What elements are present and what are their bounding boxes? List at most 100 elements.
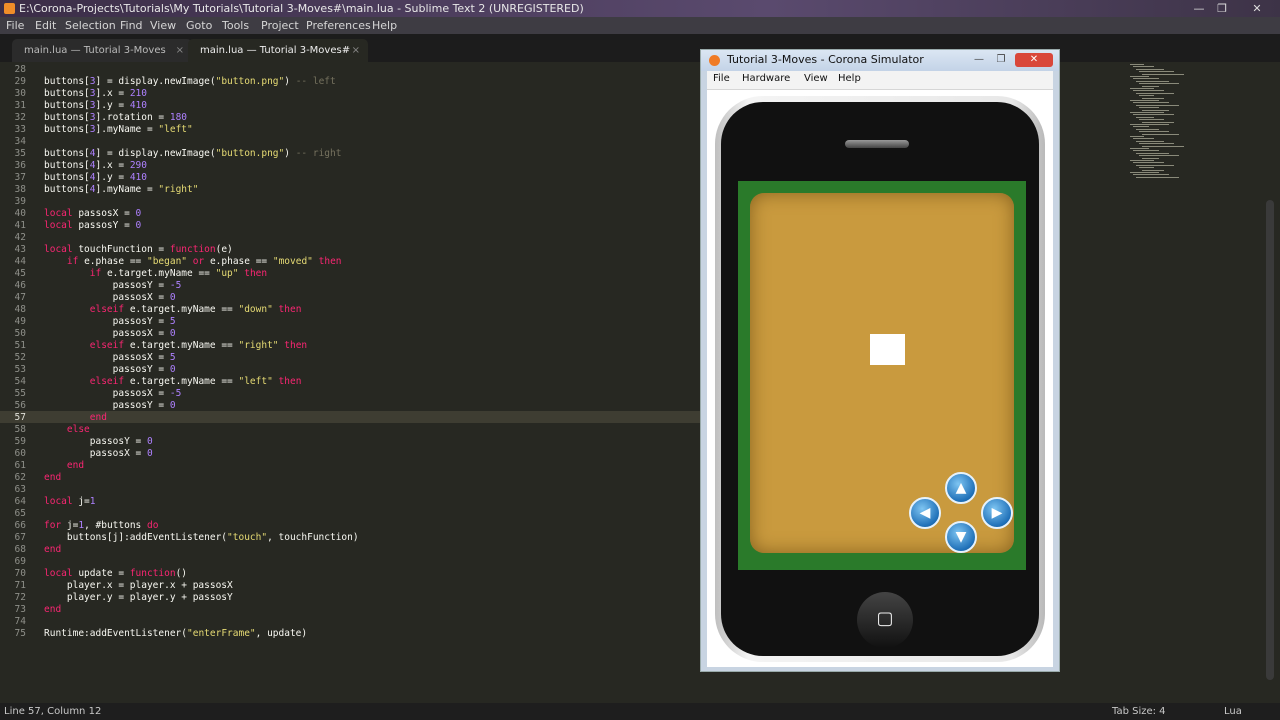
left-arrow-button[interactable]: ◀	[909, 497, 941, 529]
sublime-app-icon	[4, 3, 15, 14]
line-number: 47	[14, 292, 26, 303]
title-bar: E:\Corona-Projects\Tutorials\My Tutorial…	[0, 0, 1280, 17]
sim-menu-view[interactable]: View	[804, 73, 828, 84]
code-line: elseif e.target.myName == "down" then	[89, 304, 302, 315]
minimap-line	[1139, 131, 1169, 133]
code-line: buttons[3] = display.newImage("button.pn…	[44, 76, 336, 87]
line-number: 61	[14, 460, 26, 471]
menu-find[interactable]: Find	[120, 17, 143, 34]
tab-close-icon[interactable]: ×	[352, 39, 360, 62]
tab-size[interactable]: Tab Size: 4	[1112, 703, 1166, 720]
scrollbar[interactable]	[1266, 200, 1274, 680]
minimap-line	[1133, 126, 1149, 128]
code-line: buttons[4].myName = "right"	[44, 184, 199, 195]
code-line: player.x = player.x + passosX	[44, 580, 233, 591]
right-arrow-icon: ▶	[991, 505, 1003, 521]
code-line: if e.phase == "began" or e.phase == "mov…	[66, 256, 342, 267]
sim-maximize-icon[interactable]: ❐	[991, 53, 1011, 67]
code-line: else	[66, 424, 90, 435]
line-number: 64	[14, 496, 26, 507]
menu-tools[interactable]: Tools	[222, 17, 249, 34]
simulator-title-bar[interactable]: Tutorial 3-Moves - Corona Simulator — ❐ …	[701, 50, 1059, 71]
minimap[interactable]	[1130, 64, 1190, 184]
home-button[interactable]: ▢	[857, 592, 913, 648]
down-arrow-button[interactable]: ▼	[945, 521, 977, 553]
up-arrow-button[interactable]: ▲	[945, 472, 977, 504]
line-number: 54	[14, 376, 26, 387]
menu-selection[interactable]: Selection	[65, 17, 116, 34]
line-number: 36	[14, 160, 26, 171]
minimap-line	[1142, 109, 1169, 111]
cursor-position: Line 57, Column 12	[4, 706, 102, 717]
menu-help[interactable]: Help	[372, 17, 397, 34]
menu-file[interactable]: File	[6, 17, 24, 34]
line-number: 66	[14, 520, 26, 531]
sim-close-icon[interactable]: ✕	[1015, 53, 1053, 67]
minimap-line	[1142, 97, 1164, 99]
code-line: buttons[3].myName = "left"	[44, 124, 193, 135]
minimap-line	[1136, 92, 1174, 94]
line-number: 53	[14, 364, 26, 375]
menu-project[interactable]: Project	[261, 17, 299, 34]
phone-speaker	[845, 140, 909, 148]
minimap-line	[1142, 121, 1174, 123]
minimap-line	[1133, 138, 1154, 140]
tab-label: main.lua — Tutorial 3-Moves#	[200, 45, 351, 56]
line-number: 33	[14, 124, 26, 135]
code-line: end	[66, 460, 85, 471]
tab-main-lua-active[interactable]: main.lua — Tutorial 3-Moves# ×	[188, 39, 368, 62]
corona-simulator-window[interactable]: Tutorial 3-Moves - Corona Simulator — ❐ …	[700, 49, 1060, 672]
tab-close-icon[interactable]: ×	[176, 39, 184, 62]
code-line: buttons[3].x = 210	[44, 88, 147, 99]
menu-view[interactable]: View	[150, 17, 176, 34]
maximize-icon[interactable]: ❐	[1211, 0, 1233, 17]
minimize-icon[interactable]: —	[1188, 0, 1210, 17]
menu-preferences[interactable]: Preferences	[306, 17, 371, 34]
phone-skin: ▲ ◀ ▶ ▼ ▢	[715, 96, 1045, 662]
code-editor[interactable]: 28 29 30 31 32 33 34 35 36 37 38 39 40 41 42 43 44 45 46 47…	[0, 62, 700, 703]
tab-main-lua[interactable]: main.lua — Tutorial 3-Moves ×	[12, 39, 192, 62]
minimap-line	[1133, 150, 1159, 152]
code-line: passosX = 5	[44, 352, 176, 363]
status-bar: Line 57, Column 12 Tab Size: 4 Lua	[0, 703, 1280, 720]
code-line: local j=1	[44, 496, 96, 507]
line-number: 68	[14, 544, 26, 555]
minimap-line	[1142, 145, 1184, 147]
menu-edit[interactable]: Edit	[35, 17, 56, 34]
code-line: passosX = 0	[44, 292, 176, 303]
menu-goto[interactable]: Goto	[186, 17, 212, 34]
code-line: elseif e.target.myName == "left" then	[89, 376, 302, 387]
line-number: 49	[14, 316, 26, 327]
sim-minimize-icon[interactable]: —	[969, 53, 989, 67]
line-number: 56	[14, 400, 26, 411]
sim-menu-help[interactable]: Help	[838, 73, 861, 84]
code-line: end	[44, 604, 62, 615]
syntax-mode[interactable]: Lua	[1224, 703, 1242, 720]
line-number: 46	[14, 280, 26, 291]
line-number: 63	[14, 484, 26, 495]
home-icon: ▢	[876, 608, 894, 629]
line-number: 75	[14, 628, 26, 639]
sim-menu-hardware[interactable]: Hardware	[742, 73, 790, 84]
simulator-title: Tutorial 3-Moves - Corona Simulator	[727, 53, 924, 66]
minimap-line	[1133, 162, 1164, 164]
minimap-line	[1133, 90, 1164, 92]
minimap-line	[1142, 133, 1179, 135]
code-line: buttons[4].y = 410	[44, 172, 147, 183]
phone-bezel: ▲ ◀ ▶ ▼ ▢	[721, 102, 1039, 656]
minimap-line	[1136, 80, 1169, 82]
minimap-line	[1133, 174, 1169, 176]
line-number: 70	[14, 568, 26, 579]
sim-menu-file[interactable]: File	[713, 73, 730, 84]
code-line: Runtime:addEventListener("enterFrame", u…	[44, 628, 308, 639]
code-line: buttons[3].rotation = 180	[44, 112, 188, 123]
minimap-line	[1130, 88, 1154, 89]
code-line: if e.target.myName == "up" then	[89, 268, 268, 279]
up-arrow-icon: ▲	[955, 480, 967, 496]
minimap-line	[1130, 124, 1169, 125]
code-line: buttons[3].y = 410	[44, 100, 147, 111]
right-arrow-button[interactable]: ▶	[981, 497, 1013, 529]
close-icon[interactable]: ✕	[1246, 0, 1268, 17]
game-screen[interactable]: ▲ ◀ ▶ ▼	[738, 181, 1026, 570]
minimap-line	[1136, 68, 1164, 70]
